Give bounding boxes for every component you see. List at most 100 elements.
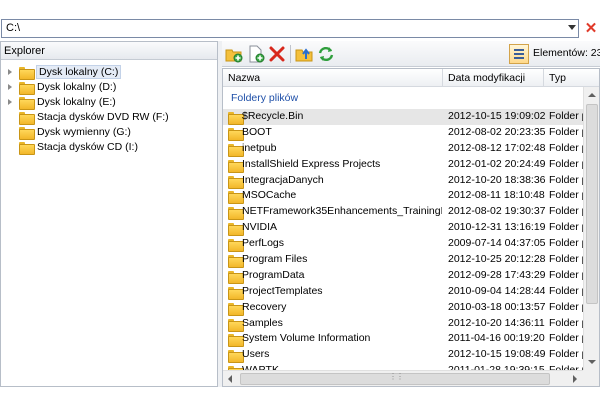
scroll-right-icon[interactable]: [567, 371, 583, 386]
toolbar: Elementów: 23: [222, 41, 600, 67]
folder-icon: [228, 302, 244, 316]
new-file-icon[interactable]: [247, 45, 265, 63]
explorer-title: Explorer: [1, 42, 217, 60]
file-name: ProjectTemplates: [242, 284, 323, 297]
table-row[interactable]: PerfLogs 2009-07-14 04:37:05 Folder p: [223, 236, 583, 253]
expand-arrow-icon[interactable]: [8, 84, 12, 90]
file-name: NETFramework35Enhancements_TrainingKit: [242, 205, 442, 218]
column-header-name[interactable]: Nazwa: [223, 69, 443, 87]
dropdown-arrow-icon[interactable]: [568, 25, 576, 30]
file-name: Recovery: [242, 300, 287, 313]
toolbar-separator: [290, 45, 291, 63]
file-type: Folder p: [549, 348, 583, 361]
address-bar-row: C:\ ✕: [0, 0, 600, 40]
file-name: System Volume Information: [242, 332, 371, 345]
folder-up-icon[interactable]: [295, 45, 313, 63]
table-row[interactable]: ProjectTemplates 2010-09-04 14:28:44 Folde…: [223, 284, 583, 300]
file-rows: $Recycle.Bin2012-10-15 19:09:02Folder pB…: [223, 109, 583, 380]
folder-icon: [228, 175, 244, 189]
horizontal-scroll-thumb[interactable]: [240, 372, 550, 385]
file-type: Folder p: [549, 189, 583, 202]
tree-item-label: Dysk wymienny (G:): [37, 126, 131, 138]
scrollbar-corner: [583, 370, 599, 386]
column-header-date[interactable]: Data modyfikacji: [443, 69, 544, 87]
address-combobox[interactable]: C:\: [1, 19, 579, 38]
file-type: Folder p: [549, 268, 583, 281]
expand-arrow-icon[interactable]: [8, 69, 12, 75]
table-row[interactable]: Users 2012-10-15 19:08:49 Folder p: [223, 347, 583, 364]
new-folder-icon[interactable]: [225, 45, 243, 63]
table-row[interactable]: inetpub 2012-08-12 17:02:48 Folder p: [223, 141, 583, 157]
file-name: InstallShield Express Projects: [242, 157, 381, 170]
folder-icon: [228, 127, 244, 141]
table-row[interactable]: Recovery 2010-03-18 00:13:57 Folder p: [223, 300, 583, 316]
table-row[interactable]: $Recycle.Bin 2012-10-15 19:09:02 Folder p: [223, 109, 583, 125]
folder-icon: [228, 191, 244, 205]
tree-item[interactable]: Dysk lokalny (C:): [1, 65, 217, 80]
file-date: 2010-12-31 13:16:19: [448, 221, 545, 234]
table-row[interactable]: InstallShield Express Projects 2012-01-02…: [223, 157, 583, 173]
delete-icon[interactable]: [268, 45, 286, 63]
scroll-left-icon[interactable]: [223, 371, 239, 386]
file-date: 2010-03-18 00:13:57: [448, 300, 545, 313]
table-row[interactable]: NVIDIA 2010-12-31 13:16:19 Folder p: [223, 220, 583, 237]
folder-icon: [19, 97, 35, 110]
folder-icon: [228, 350, 244, 364]
address-input[interactable]: C:\: [6, 22, 20, 34]
table-row[interactable]: BOOT 2012-08-02 20:23:35 Folder p: [223, 125, 583, 141]
file-name: Users: [242, 348, 270, 361]
table-row[interactable]: IntegracjaDanych 2012-10-20 18:38:36 Folde…: [223, 173, 583, 189]
file-list: Nazwa Data modyfikacji Typ Foldery plikó…: [222, 68, 600, 387]
file-type: Folder p: [549, 332, 583, 345]
refresh-icon[interactable]: [317, 45, 335, 63]
file-name: $Recycle.Bin: [242, 110, 304, 122]
tree-item-label: Dysk lokalny (E:): [37, 96, 116, 108]
horizontal-scrollbar[interactable]: [223, 370, 583, 386]
file-type: Folder p: [549, 284, 583, 297]
vertical-scrollbar[interactable]: [583, 87, 599, 370]
file-name: IntegracjaDanych: [242, 173, 324, 186]
folder-icon: [228, 255, 244, 269]
tree-item-label: Stacja dysków DVD RW (F:): [37, 111, 169, 123]
file-date: 2012-08-02 19:30:37: [448, 205, 545, 218]
file-type: Folder p: [549, 300, 583, 313]
table-row[interactable]: System Volume Information 2011-04-16 00:1…: [223, 331, 583, 348]
file-type: Folder p: [549, 221, 583, 234]
tree-item-label: Stacja dysków CD (I:): [37, 141, 138, 153]
file-type: Folder p: [549, 125, 583, 138]
table-row[interactable]: MSOCache 2012-08-11 18:10:48 Folder p: [223, 188, 583, 205]
tree-item[interactable]: Dysk wymienny (G:): [1, 125, 217, 140]
file-date: 2012-01-02 20:24:49: [448, 157, 545, 170]
column-header-type[interactable]: Typ: [544, 69, 599, 87]
tree-item[interactable]: Stacja dysków CD (I:): [1, 140, 217, 155]
vertical-scroll-thumb[interactable]: [586, 104, 598, 304]
folder-icon: [228, 318, 244, 332]
tree-item[interactable]: Stacja dysków DVD RW (F:): [1, 110, 217, 125]
column-header-row: Nazwa Data modyfikacji Typ: [223, 69, 599, 87]
close-icon[interactable]: ✕: [583, 19, 599, 38]
folder-icon: [228, 143, 244, 157]
file-type: Folder p: [549, 173, 583, 186]
group-header[interactable]: Foldery plików: [223, 88, 583, 108]
file-type: Folder p: [549, 157, 583, 170]
file-type: Folder p: [549, 316, 583, 329]
file-name: NVIDIA: [242, 221, 278, 234]
table-row[interactable]: Program Files 2012-10-25 20:12:28 Folder p: [223, 252, 583, 269]
file-date: 2012-10-20 18:38:36: [448, 173, 545, 186]
item-count: Elementów: 23: [533, 47, 600, 59]
scroll-down-icon[interactable]: [584, 354, 599, 370]
tree-item-label: Dysk lokalny (C:): [35, 65, 122, 79]
folder-icon: [228, 223, 244, 237]
tree-item[interactable]: Dysk lokalny (D:): [1, 80, 217, 95]
folder-icon: [19, 67, 35, 80]
expand-arrow-icon[interactable]: [8, 99, 12, 105]
scroll-up-icon[interactable]: [584, 87, 599, 103]
table-row[interactable]: NETFramework35Enhancements_TrainingKit 20…: [223, 204, 583, 221]
table-row[interactable]: ProgramData 2012-09-28 17:43:29 Folder p: [223, 268, 583, 284]
table-row[interactable]: Samples 2012-10-20 14:36:11 Folder p: [223, 316, 583, 332]
folder-icon: [228, 239, 244, 253]
file-date: 2012-08-12 17:02:48: [448, 141, 545, 154]
file-type: Folder p: [549, 141, 583, 154]
tree-item[interactable]: Dysk lokalny (E:): [1, 95, 217, 110]
details-view-icon[interactable]: [509, 44, 529, 64]
